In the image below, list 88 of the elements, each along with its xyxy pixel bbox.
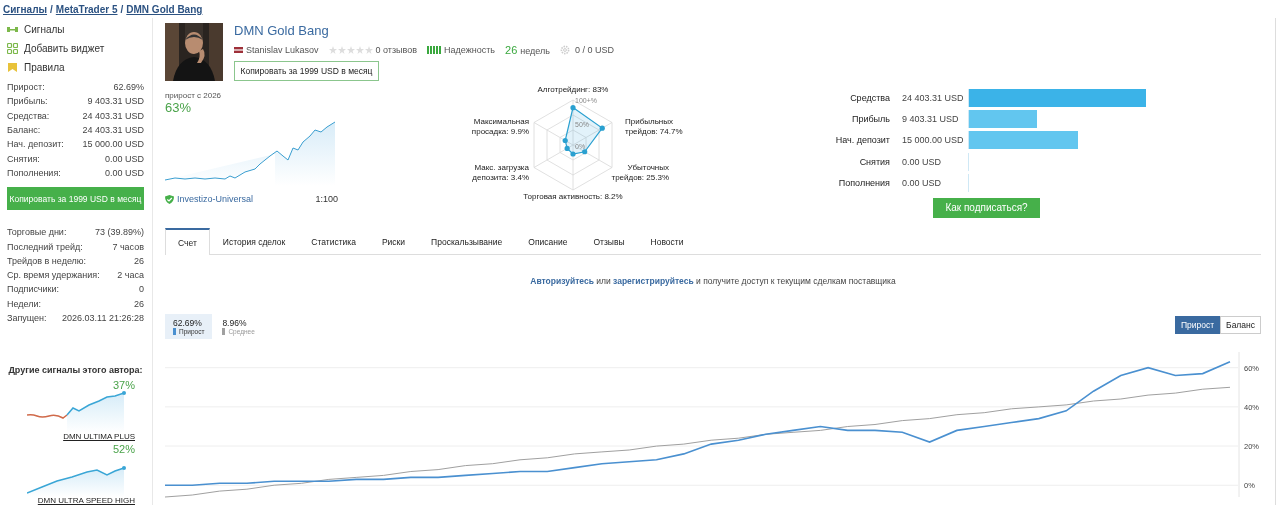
stat-value: 26 [134,255,144,266]
radar-label: Прибыльных трейдов: 74.7% [625,117,683,136]
notice-link[interactable]: Авторизуйтесь [530,276,594,286]
bookmark-icon [7,61,18,73]
chart-toggle-button[interactable]: Баланс [1220,315,1261,334]
bar-value: 9 403.31 USD [901,113,960,124]
bar-value: 0.00 USD [901,156,943,167]
notice-link[interactable]: зарегистрируйтесь [613,276,694,286]
stat-label: Запущен: [7,313,47,323]
signal-link[interactable]: DMN ULTIMA PLUS [63,432,135,442]
stat-label: Недели: [7,298,42,309]
section-heading: Другие сигналы этого автора: [7,365,144,376]
sidebar-menu-item[interactable]: Правила [7,60,144,74]
tab[interactable]: Счет [165,228,210,255]
radar-label: Торговая активность: 8.2% [523,192,623,201]
breadcrumb-link[interactable]: DMN Gold Bang [126,3,203,15]
radar-label: Убыточных трейдов: 25.3% [611,163,669,182]
tab[interactable]: Описание [515,228,581,254]
bar-value: 0.00 USD [901,177,943,188]
bar-value: 15 000.00 USD [901,135,965,146]
breadcrumb-link[interactable]: Сигналы [3,3,48,15]
funds-value: 0 / 0 USD [574,45,614,55]
stat-value: 0 [139,284,144,295]
reliability-label: Надежность [444,45,495,55]
leverage-value: 1:100 [315,194,338,204]
reviews-count: 0 отзывов [375,45,418,55]
radar-label: Максимальная просадка: 9.9% [471,117,529,136]
stat-value: 0.00 USD [104,153,144,164]
signal-title: DMN Gold Bang [234,23,330,40]
access-notice: Авторизуйтесь или зарегистрируйтесь и получите доступ к текущим сделкам поставщика [529,276,897,286]
stat-label: Прибыль: [7,96,48,107]
stat-label: Трейдов в неделю: [7,255,87,266]
tab[interactable]: История сделок [209,228,299,254]
tab[interactable]: Проскальзывание [418,228,516,254]
stat-value: 2 часа [117,270,144,281]
stat-label: Торговые дни: [7,227,67,238]
weeks-label: недель [520,46,550,56]
stat-value: 0.00 USD [104,167,144,178]
stat-value: 15 000.00 USD [82,139,144,150]
stat-value: 9 403.31 USD [87,96,144,107]
radar-label: Макс. загрузка депозита: 3.4% [472,163,529,182]
breadcrumb-separator: / [50,3,53,15]
growth-value: 52% [112,443,135,456]
tab[interactable]: Новости [637,228,697,254]
radar-label: Алготрейдинг: 83% [537,85,609,94]
stat-value: 7 часов [112,241,144,252]
breadcrumb-separator: / [120,3,124,15]
stat-value: 24 403.31 USD [82,110,144,121]
bar-value: 24 403.31 USD [901,92,965,103]
stat-label: Подписчики: [7,284,59,295]
stat-label: Средства: [7,110,50,121]
stat-label: Нач. депозит: [7,139,64,150]
stat-value: 24 403.31 USD [82,125,144,136]
sidebar-menu-item[interactable]: Добавить виджет [7,41,144,55]
bar-label: Пополнения [837,177,890,188]
bar-label: Прибыль [850,113,890,124]
stat-value: 2026.03.11 21:26:28 [62,313,144,323]
stat-value: 73 (39.89%) [94,227,144,238]
weeks-count: 26 [505,44,518,56]
growth-label: прирост с 2026 [165,91,223,100]
stat-label: Ср. время удержания: [7,270,100,281]
stat-label: Снятия: [7,153,40,164]
bar-label: Средства [849,92,890,103]
growth-value: 63% [165,100,193,116]
chart-toggle-button[interactable]: Прирост [1174,315,1221,334]
copy-button[interactable]: Копировать за 1999 USD в месяц [234,61,379,81]
signal-link[interactable]: DMN ULTRA SPEED HIGH [37,496,135,505]
tab[interactable]: Статистика [298,228,369,254]
shield-check-icon [165,194,174,204]
stat-label: Последний трейд: [7,241,83,252]
stat-label: Пополнения: [7,167,61,178]
sidebar-menu-item[interactable]: Сигналы [7,22,144,36]
breadcrumb-link[interactable]: MetaTrader 5 [55,3,118,15]
gear-icon [559,45,570,55]
broker-link[interactable]: Investizo-Universal [165,194,254,204]
widget-icon [7,42,18,54]
stat-value: 62.69% [113,82,144,93]
growth-value: 37% [112,379,135,392]
stat-value: 26 [134,298,144,309]
tab[interactable]: Отзывы [580,228,638,254]
radar-shape-drawing [562,105,605,157]
author-link[interactable]: Stanislav Lukasov [234,45,319,55]
bar-label: Снятия [858,156,890,167]
stat-label: Прирост: [7,82,45,93]
stat-label: Баланс: [7,125,41,136]
tab[interactable]: Риски [368,228,419,254]
flag-icon [234,47,243,53]
bar-label: Нач. депозит [834,135,890,146]
